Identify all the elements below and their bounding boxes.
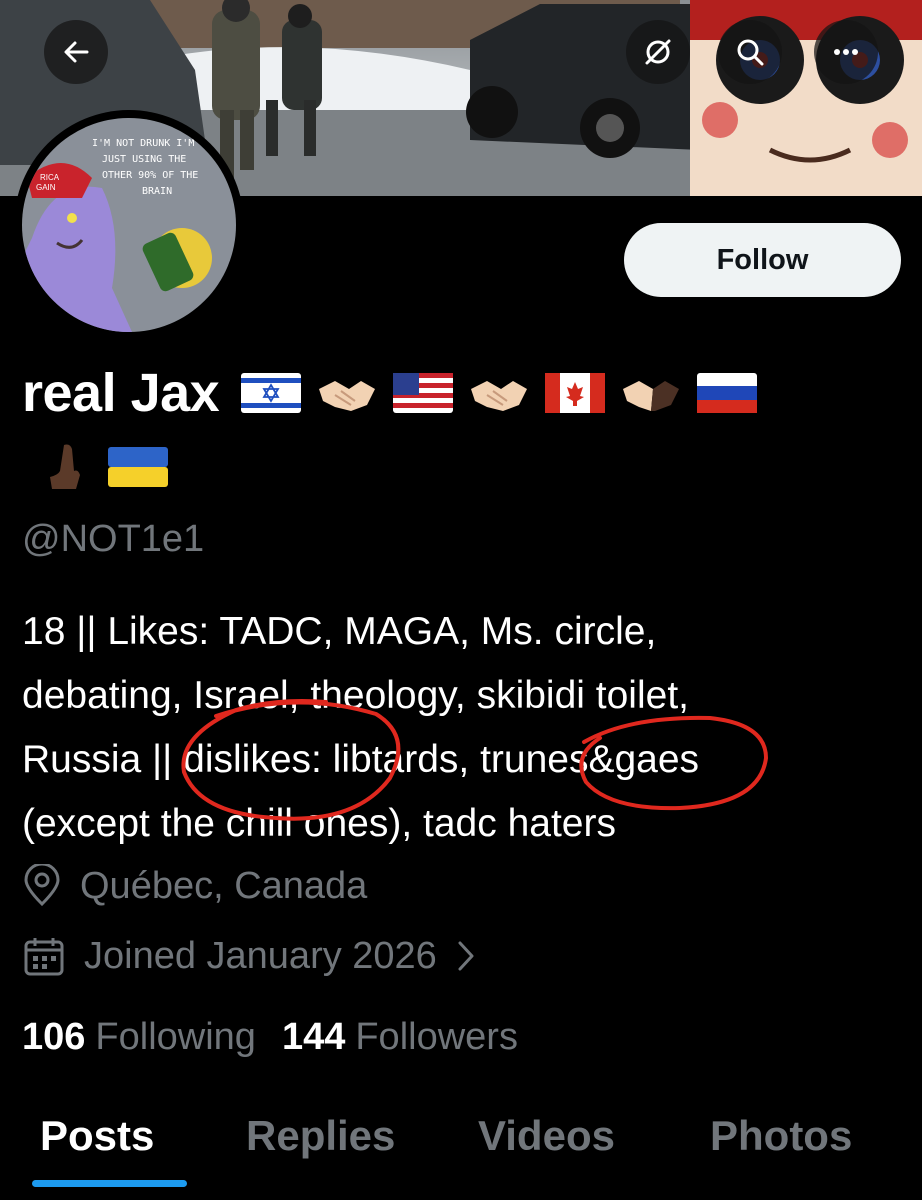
bio-line: 18 || Likes: TADC, MAGA, Ms. circle, xyxy=(22,610,657,653)
joined-text: Joined January 2026 xyxy=(84,934,437,977)
following-count[interactable]: 106 xyxy=(22,1016,85,1059)
user-handle: @NOT1e1 xyxy=(22,518,205,560)
display-name-row-2 xyxy=(44,437,182,497)
canada-flag-icon xyxy=(545,373,606,413)
israel-flag-icon xyxy=(241,373,302,413)
display-name-row: real Jax xyxy=(22,358,902,428)
joined-row[interactable]: Joined January 2026 xyxy=(22,934,477,978)
follow-stats: 106 Following 144 Followers xyxy=(22,1016,544,1059)
followers-count[interactable]: 144 xyxy=(282,1016,345,1059)
avatar-hat-text: RICA xyxy=(40,173,60,182)
search-icon xyxy=(734,36,766,68)
following-label[interactable]: Following xyxy=(95,1016,256,1059)
location-pin-icon xyxy=(22,864,62,908)
followers-label[interactable]: Followers xyxy=(355,1016,518,1059)
avatar-caption-line: BRAIN xyxy=(142,186,172,197)
hide-button[interactable] xyxy=(626,20,690,84)
follow-button[interactable]: Follow xyxy=(624,223,901,297)
no-mute-icon xyxy=(642,36,674,68)
active-tab-indicator xyxy=(32,1180,187,1187)
more-button[interactable] xyxy=(814,20,878,84)
bio-line: Russia || dislikes: libtards, trunes&gae… xyxy=(22,738,700,781)
location-text: Québec, Canada xyxy=(80,864,368,907)
ukraine-flag-icon xyxy=(108,447,168,487)
bio-line: debating, Israel, theology, skibidi toil… xyxy=(22,674,689,717)
avatar[interactable]: RICA GAIN I'M NOT DRUNK I'M JUST USING T… xyxy=(14,110,244,340)
calendar-icon xyxy=(22,934,66,978)
handshake-icon xyxy=(467,371,531,415)
more-icon xyxy=(830,36,862,68)
us-flag-icon xyxy=(393,373,454,413)
bio-line: (except the chill ones), tadc haters xyxy=(22,802,616,845)
bio: 18 || Likes: TADC, MAGA, Ms. circle, deb… xyxy=(22,600,907,856)
chevron-right-icon xyxy=(455,939,477,973)
tab-photos[interactable]: Photos xyxy=(710,1112,852,1160)
avatar-caption-line: JUST USING THE xyxy=(102,154,186,165)
back-button[interactable] xyxy=(44,20,108,84)
tab-videos[interactable]: Videos xyxy=(478,1112,615,1160)
arrow-left-icon xyxy=(61,37,91,67)
location-row: Québec, Canada xyxy=(22,864,367,908)
tab-replies[interactable]: Replies xyxy=(246,1112,395,1160)
handshake-icon xyxy=(315,371,379,415)
handshake-icon xyxy=(619,371,683,415)
display-name: real Jax xyxy=(22,363,220,423)
avatar-caption-line: OTHER 90% OF THE xyxy=(102,170,198,181)
avatar-hat-text: GAIN xyxy=(36,183,56,192)
search-button[interactable] xyxy=(718,20,782,84)
tab-posts[interactable]: Posts xyxy=(40,1112,154,1160)
raised-back-hand-icon xyxy=(44,441,94,493)
avatar-caption-line: I'M NOT DRUNK I'M xyxy=(92,138,194,149)
russia-flag-icon xyxy=(697,373,758,413)
